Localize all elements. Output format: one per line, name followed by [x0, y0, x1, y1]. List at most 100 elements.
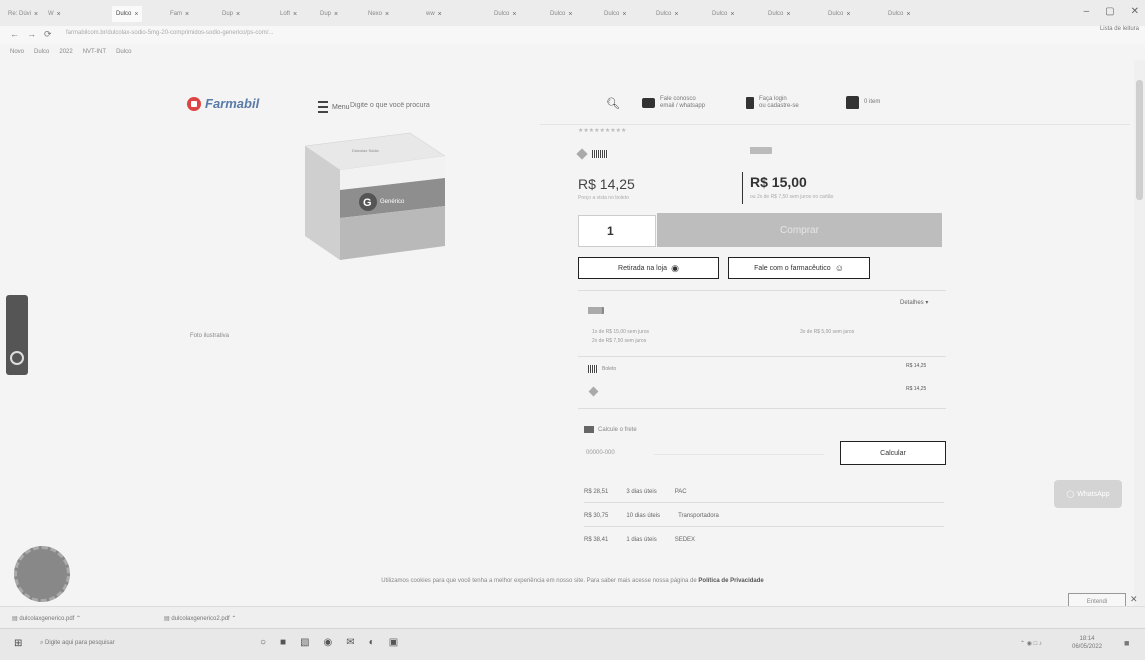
chrome-icon[interactable]: ◉: [324, 637, 333, 648]
tab-close-icon[interactable]: ×: [57, 11, 61, 18]
menu-button[interactable]: Menu: [318, 101, 350, 113]
taskbar-search[interactable]: ⌕ Digite aqui para pesquisar: [40, 640, 115, 647]
forward-icon[interactable]: →: [27, 29, 36, 40]
tab-close-icon[interactable]: ×: [730, 11, 734, 18]
reload-icon[interactable]: ⟳: [44, 29, 52, 40]
url-field[interactable]: farmabilcom.br/dulcolax-sodio-5mg-20-com…: [66, 30, 273, 36]
windows-start-icon[interactable]: ⊞: [14, 638, 22, 649]
word-icon[interactable]: ▣: [389, 637, 398, 648]
bookmark-item[interactable]: Dulco: [116, 49, 131, 55]
tab-close-icon[interactable]: ×: [622, 11, 626, 18]
tab-close-icon[interactable]: ×: [786, 11, 790, 18]
user-icon: [746, 97, 754, 109]
bookmark-item[interactable]: NVT-INT: [83, 49, 106, 55]
windows-taskbar: ⊞ ⌕ Digite aqui para pesquisar ○ ■ ▧ ◉ ✉…: [0, 628, 1145, 660]
store-pickup-button[interactable]: Retirada na loja ◉: [578, 257, 719, 279]
browser-tab[interactable]: Dulco ×: [494, 6, 516, 22]
search-input[interactable]: [348, 96, 592, 114]
browser-tab[interactable]: Re: Dúvi ×: [8, 6, 38, 22]
tab-close-icon[interactable]: ×: [846, 11, 850, 18]
box-brand-text: Genérico: [380, 199, 405, 205]
boleto-pix-icons: [576, 148, 608, 160]
pharmacist-label: Fale com o farmacêutico: [754, 264, 831, 272]
store-icon[interactable]: ▧: [300, 637, 309, 648]
tab-close-icon[interactable]: ×: [674, 11, 678, 18]
calculate-shipping-button[interactable]: Calcular: [840, 441, 946, 465]
section-divider: [578, 356, 946, 357]
browser-tab[interactable]: Dulco ×: [888, 6, 910, 22]
task-view-icon[interactable]: ○: [260, 637, 266, 648]
whatsapp-button[interactable]: ◯ WhatsApp: [1054, 480, 1122, 508]
shopping-bag-icon: [846, 96, 859, 109]
maximize-icon[interactable]: ▢: [1105, 6, 1114, 17]
payment-details-toggle[interactable]: Detalhes ▾: [900, 299, 928, 306]
tab-close-icon[interactable]: ×: [906, 11, 910, 18]
file-explorer-icon[interactable]: ■: [280, 637, 286, 648]
mail-icon[interactable]: ✉: [346, 637, 354, 648]
clock[interactable]: 18:14 06/05/2022: [1072, 635, 1102, 651]
browser-tab-label: ww: [426, 11, 435, 17]
bookmark-item[interactable]: Novo: [10, 49, 24, 55]
reading-list-button[interactable]: Lista de leitura: [1100, 26, 1139, 32]
browser-tab[interactable]: Dulco ×: [828, 6, 850, 22]
logo-text: Farmabil: [205, 96, 260, 111]
cart-link[interactable]: 0 item: [846, 96, 880, 109]
truck-icon: [584, 426, 594, 433]
download-item[interactable]: ▤ dulcolaxgenerico2.pdf ⌃: [164, 615, 236, 622]
scrollbar-thumb[interactable]: [1136, 80, 1143, 200]
bookmark-item[interactable]: 2022: [59, 49, 72, 55]
browser-tab[interactable]: Fam ×: [170, 6, 189, 22]
system-tray[interactable]: ⌃ ◉ □ ♪: [1020, 640, 1042, 647]
browser-tab[interactable]: Loft ×: [280, 6, 297, 22]
location-pin-icon: ◉: [671, 262, 679, 273]
edge-icon[interactable]: ◐: [369, 637, 375, 648]
tab-close-icon[interactable]: ×: [236, 11, 240, 18]
browser-tab[interactable]: Dulco ×: [712, 6, 734, 22]
installment-2: 2x de R$ 7,50 sem juros: [592, 338, 647, 344]
close-icon[interactable]: ✕: [1130, 594, 1138, 605]
browser-tab-label: Dulco: [604, 11, 620, 17]
privacy-policy-link[interactable]: Política de Privacidade: [698, 578, 763, 584]
browser-tab-label: Dulco: [768, 11, 784, 17]
downloads-bar: ▤ dulcolaxgenerico.pdf ⌃ ▤ dulcolaxgener…: [0, 606, 1145, 629]
browser-tab[interactable]: Dulco ×: [112, 6, 143, 22]
browser-tab[interactable]: Dup ×: [320, 6, 338, 22]
search-icon[interactable]: 🔍︎: [606, 97, 620, 110]
card-price: R$ 15,00: [750, 174, 807, 190]
whatsapp-label: WhatsApp: [1077, 490, 1110, 498]
pharmacist-button[interactable]: Fale com o farmacêutico ☺: [728, 257, 870, 279]
boleto-row: Boleto: [588, 365, 616, 373]
notifications-icon[interactable]: ■: [1124, 638, 1129, 648]
tab-close-icon[interactable]: ×: [568, 11, 572, 18]
browser-tab[interactable]: Nexo ×: [368, 6, 389, 22]
bookmark-item[interactable]: Dulco: [34, 49, 49, 55]
tab-close-icon[interactable]: ×: [34, 11, 38, 18]
side-chat-tab[interactable]: [6, 295, 28, 375]
tab-close-icon[interactable]: ×: [438, 11, 442, 18]
tab-close-icon[interactable]: ×: [512, 11, 516, 18]
browser-tab[interactable]: Dulco ×: [656, 6, 678, 22]
browser-tab[interactable]: Dulco ×: [604, 6, 626, 22]
tab-close-icon[interactable]: ×: [134, 11, 138, 18]
browser-tab[interactable]: Dulco ×: [768, 6, 790, 22]
browser-tab[interactable]: ww ×: [426, 6, 442, 22]
tab-close-icon[interactable]: ×: [385, 11, 389, 18]
tab-close-icon[interactable]: ×: [293, 11, 297, 18]
minimize-icon[interactable]: –: [1084, 6, 1090, 17]
download-item[interactable]: ▤ dulcolaxgenerico.pdf ⌃: [12, 615, 81, 622]
login-link[interactable]: Faça login ou cadastre-se: [746, 96, 799, 110]
back-icon[interactable]: ←: [10, 29, 19, 40]
product-image[interactable]: G Genérico Dulcolax Sódio: [300, 128, 450, 268]
browser-tab[interactable]: Dup ×: [222, 6, 240, 22]
quantity-input[interactable]: 1: [578, 215, 656, 247]
site-logo[interactable]: Farmabil: [187, 96, 259, 111]
tab-close-icon[interactable]: ×: [334, 11, 338, 18]
cep-input[interactable]: 00000-000: [586, 450, 646, 456]
buy-button[interactable]: Comprar: [657, 213, 942, 247]
browser-tab[interactable]: W ×: [48, 6, 61, 22]
cep-underline: [654, 454, 824, 455]
tab-close-icon[interactable]: ×: [185, 11, 189, 18]
contact-link[interactable]: Fale conosco email / whatsapp: [642, 96, 705, 110]
browser-tab[interactable]: Dulco ×: [550, 6, 572, 22]
close-icon[interactable]: ✕: [1131, 6, 1139, 17]
